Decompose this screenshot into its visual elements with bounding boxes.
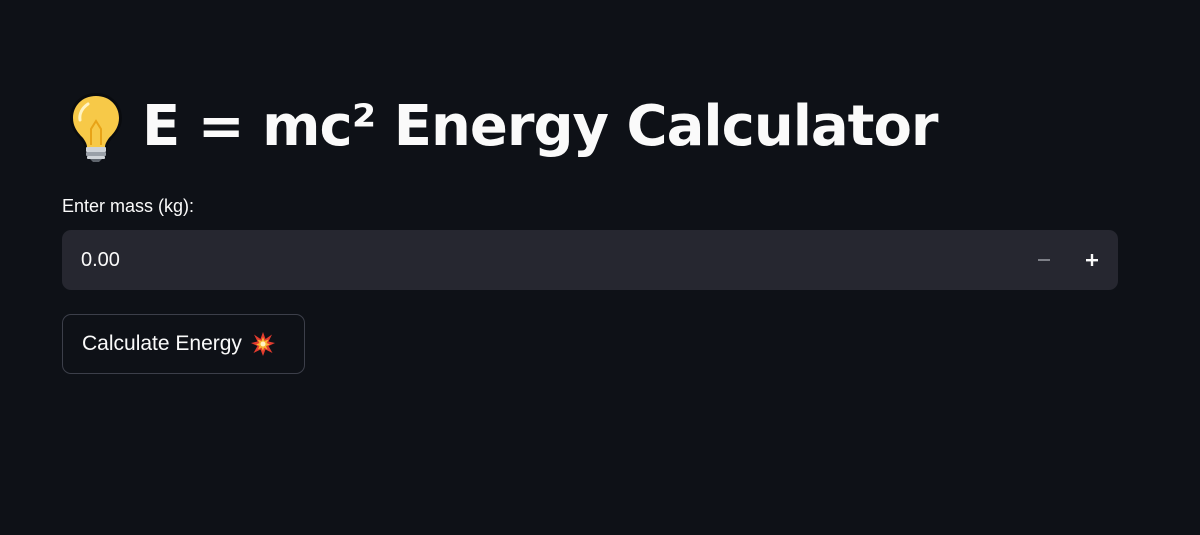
decrement-button[interactable] bbox=[1020, 230, 1068, 290]
minus-icon bbox=[1038, 259, 1050, 261]
page-title-text: E = mc² Energy Calculator bbox=[142, 93, 939, 159]
app-container: E = mc² Energy Calculator Enter mass (kg… bbox=[0, 0, 1200, 535]
calculate-energy-button[interactable]: Calculate Energy bbox=[62, 314, 305, 374]
collision-icon bbox=[250, 331, 276, 357]
lightbulb-icon bbox=[62, 89, 130, 163]
plus-icon bbox=[1086, 254, 1098, 266]
mass-input[interactable] bbox=[62, 230, 1002, 290]
increment-button[interactable] bbox=[1068, 230, 1116, 290]
calculate-energy-label: Calculate Energy bbox=[82, 332, 242, 355]
mass-input-label: Enter mass (kg): bbox=[62, 196, 195, 216]
mass-number-input bbox=[62, 230, 1118, 290]
page-title: E = mc² Energy Calculator bbox=[62, 86, 939, 166]
